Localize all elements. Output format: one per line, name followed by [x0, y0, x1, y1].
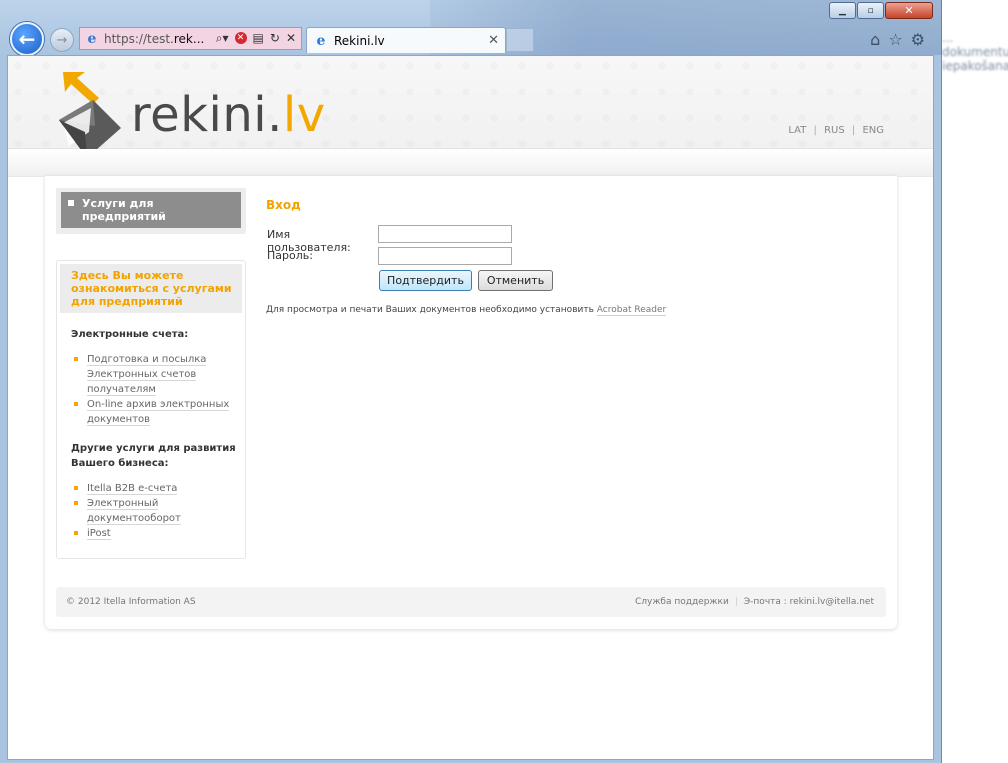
stop-icon[interactable]: ✕: [234, 32, 247, 44]
lang-lat[interactable]: LAT: [788, 125, 806, 136]
back-button[interactable]: ←: [10, 22, 44, 56]
tab-close-icon[interactable]: ✕: [488, 33, 499, 48]
forward-button[interactable]: →: [50, 28, 74, 52]
lang-rus[interactable]: RUS: [824, 125, 845, 136]
address-tools: ⌕▾ ✕ ▤ ↻ ✕: [216, 31, 296, 46]
home-icon[interactable]: ⌂: [870, 30, 880, 49]
email-link[interactable]: Э-почта : rekini.lv@itella.net: [744, 597, 874, 607]
username-field[interactable]: [378, 225, 512, 243]
site-footer: © 2012 Itella Information AS Служба подд…: [56, 587, 886, 617]
header-subbar: [8, 149, 933, 177]
section-title-other-services: Другие услуги для развития Вашего бизнес…: [71, 443, 236, 469]
list-item[interactable]: Itella B2B e-счета: [74, 481, 245, 496]
site-header: rekini.lv LAT | RUS | ENG: [8, 56, 933, 158]
list-item[interactable]: On-line архив электронных документов: [74, 397, 245, 427]
ie-logo-icon: e: [316, 32, 326, 49]
logo-wordmark: rekini.lv: [131, 91, 326, 139]
copyright-text: © 2012 Itella Information AS: [66, 597, 196, 607]
maximize-button[interactable]: ▫: [857, 2, 884, 19]
browser-window: ... dokumentu iepakošana ▁ ▫ ✕ ← → e htt…: [0, 0, 1008, 763]
tools-gear-icon[interactable]: ⚙: [911, 30, 925, 49]
logo-accent-text: lv: [282, 87, 326, 143]
link-text[interactable]: Электронный документооборот: [87, 498, 181, 525]
footer-links: Служба поддержки | Э-почта : rekini.lv@ite…: [635, 597, 874, 607]
sidebar-info-box: Здесь Вы можете ознакомиться с услугами …: [56, 260, 246, 559]
window-controls: ▁ ▫ ✕: [828, 2, 933, 19]
password-field[interactable]: [378, 247, 512, 265]
favorites-star-icon[interactable]: ☆: [888, 30, 902, 49]
submit-button[interactable]: Подтвердить: [379, 270, 472, 291]
list-item[interactable]: iPost: [74, 526, 245, 541]
minimize-button[interactable]: ▁: [829, 2, 856, 19]
sidebar-item-business-services[interactable]: Услуги для предприятий: [61, 192, 241, 228]
forward-arrow-icon: →: [56, 32, 68, 48]
window-close-button[interactable]: ✕: [885, 2, 933, 19]
sidebar-item-label: Услуги для предприятий: [82, 197, 166, 223]
login-title: Вход: [266, 198, 301, 212]
acrobat-reader-link[interactable]: Acrobat Reader: [596, 305, 667, 316]
tab-rekini[interactable]: e Rekini.lv ✕: [306, 27, 506, 53]
sidebar-menu: Услуги для предприятий: [56, 188, 246, 234]
info-box-title: Здесь Вы можете ознакомиться с услугами …: [60, 264, 242, 313]
page-viewport: rekini.lv LAT | RUS | ENG Услуги для пре…: [7, 55, 934, 760]
address-url[interactable]: https://test.rek...: [104, 32, 204, 46]
login-form: Вход Имя пользователя: Пароль: Подтверди…: [266, 198, 667, 316]
e-invoice-links: Подготовка и посылка Электронных счетов …: [57, 352, 245, 427]
other-service-links: Itella B2B e-счета Электронный документо…: [57, 481, 245, 541]
address-prefix: https://test.: [104, 31, 174, 46]
password-label: Пароль:: [267, 249, 313, 262]
site-logo[interactable]: rekini.lv: [55, 68, 326, 162]
search-icon[interactable]: ⌕▾: [216, 31, 229, 46]
envelope-logo-icon: [59, 72, 121, 158]
lang-separator: |: [813, 125, 817, 136]
link-text[interactable]: iPost: [87, 528, 111, 540]
bullet-icon: [68, 200, 74, 206]
link-text[interactable]: Подготовка и посылка Электронных счетов …: [87, 354, 207, 396]
back-arrow-icon: ←: [18, 27, 36, 51]
link-text[interactable]: Itella B2B e-счета: [87, 483, 178, 495]
address-host: rek...: [173, 31, 205, 46]
background-tab-title: ... dokumentu iepakošana: [942, 31, 1008, 73]
new-tab-button[interactable]: [506, 28, 534, 52]
list-item[interactable]: Электронный документооборот: [74, 496, 245, 526]
logo-main-text: rekini.: [131, 87, 283, 143]
command-icons: ⌂ ☆ ⚙: [870, 30, 925, 49]
compat-view-icon[interactable]: ▤: [253, 31, 264, 46]
close-icon[interactable]: ✕: [286, 31, 296, 46]
main-content: Услуги для предприятий Здесь Вы можете о…: [45, 176, 897, 629]
footer-separator: |: [734, 597, 738, 607]
list-item[interactable]: Подготовка и посылка Электронных счетов …: [74, 352, 245, 397]
link-text[interactable]: On-line архив электронных документов: [87, 399, 230, 426]
lang-separator: |: [851, 125, 856, 136]
note-text: Для просмотра и печати Ваших документов …: [266, 305, 594, 315]
acrobat-note: Для просмотра и печати Ваших документов …: [266, 305, 667, 316]
cancel-button[interactable]: Отменить: [478, 270, 553, 291]
language-switcher: LAT | RUS | ENG: [786, 125, 886, 136]
lang-eng[interactable]: ENG: [862, 125, 884, 136]
section-title-e-invoices: Электронные счета:: [71, 329, 189, 340]
support-link[interactable]: Служба поддержки: [635, 597, 729, 607]
address-bar[interactable]: e https://test.rek... ⌕▾ ✕ ▤ ↻ ✕: [79, 27, 302, 50]
refresh-icon[interactable]: ↻: [270, 31, 280, 46]
tab-title: Rekini.lv: [334, 33, 385, 48]
ie-logo-icon: e: [87, 30, 97, 47]
